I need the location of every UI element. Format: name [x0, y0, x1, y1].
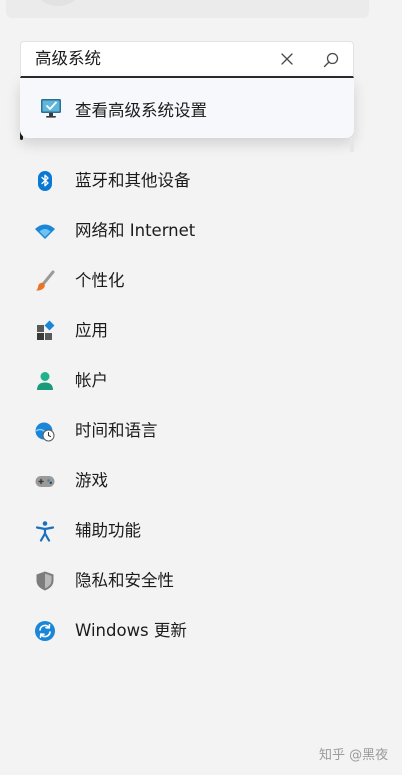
- sidebar-item-label: Windows 更新: [75, 621, 187, 640]
- update-icon: [35, 621, 55, 641]
- suggestion-label: 查看高级系统设置: [75, 101, 207, 120]
- apps-icon: [37, 320, 55, 340]
- settings-search-box[interactable]: 高级系统: [20, 41, 354, 78]
- sidebar-item-time-language[interactable]: 时间和语言: [0, 407, 360, 457]
- sidebar-item-accounts[interactable]: 帐户: [0, 357, 360, 407]
- sidebar-item-label: 应用: [75, 321, 108, 340]
- sidebar-item-gaming[interactable]: 游戏: [0, 457, 360, 507]
- paintbrush-icon: [36, 270, 55, 291]
- accessibility-icon: [35, 521, 55, 542]
- settings-nav-list: 蓝牙和其他设备 网络和 Internet 个性化 应用 帐户 时间和语言 游戏 …: [0, 157, 360, 657]
- sidebar-item-label: 网络和 Internet: [75, 221, 196, 240]
- sidebar-item-bluetooth-devices[interactable]: 蓝牙和其他设备: [0, 157, 360, 207]
- search-suggestion-item[interactable]: 查看高级系统设置: [20, 78, 354, 138]
- sidebar-item-label: 蓝牙和其他设备: [75, 171, 191, 190]
- sidebar-item-label: 隐私和安全性: [75, 571, 174, 590]
- bluetooth-icon: [38, 171, 52, 191]
- search-icon[interactable]: [322, 51, 340, 69]
- sidebar-item-personalization[interactable]: 个性化: [0, 257, 360, 307]
- scrollbar[interactable]: [350, 138, 354, 152]
- sidebar-item-label: 辅助功能: [75, 521, 141, 540]
- sidebar-item-accessibility[interactable]: 辅助功能: [0, 507, 360, 557]
- wifi-icon: [35, 224, 55, 239]
- sidebar-item-windows-update[interactable]: Windows 更新: [0, 607, 360, 657]
- search-input[interactable]: 高级系统: [35, 48, 101, 70]
- globe-clock-icon: [35, 422, 55, 442]
- gamepad-icon: [35, 476, 55, 487]
- sidebar-item-label: 游戏: [75, 471, 108, 490]
- watermark: 知乎 @黑夜: [319, 748, 389, 763]
- sidebar-item-network[interactable]: 网络和 Internet: [0, 207, 360, 257]
- sidebar-item-apps[interactable]: 应用: [0, 307, 360, 357]
- shield-icon: [36, 571, 54, 591]
- account-icon: [37, 372, 53, 390]
- system-monitor-icon: [41, 99, 61, 118]
- sidebar-item-privacy-security[interactable]: 隐私和安全性: [0, 557, 360, 607]
- close-icon[interactable]: [279, 51, 295, 67]
- sidebar-item-label: 帐户: [75, 371, 108, 390]
- sidebar-item-label: 个性化: [75, 271, 125, 290]
- sidebar-item-label: 时间和语言: [75, 421, 158, 440]
